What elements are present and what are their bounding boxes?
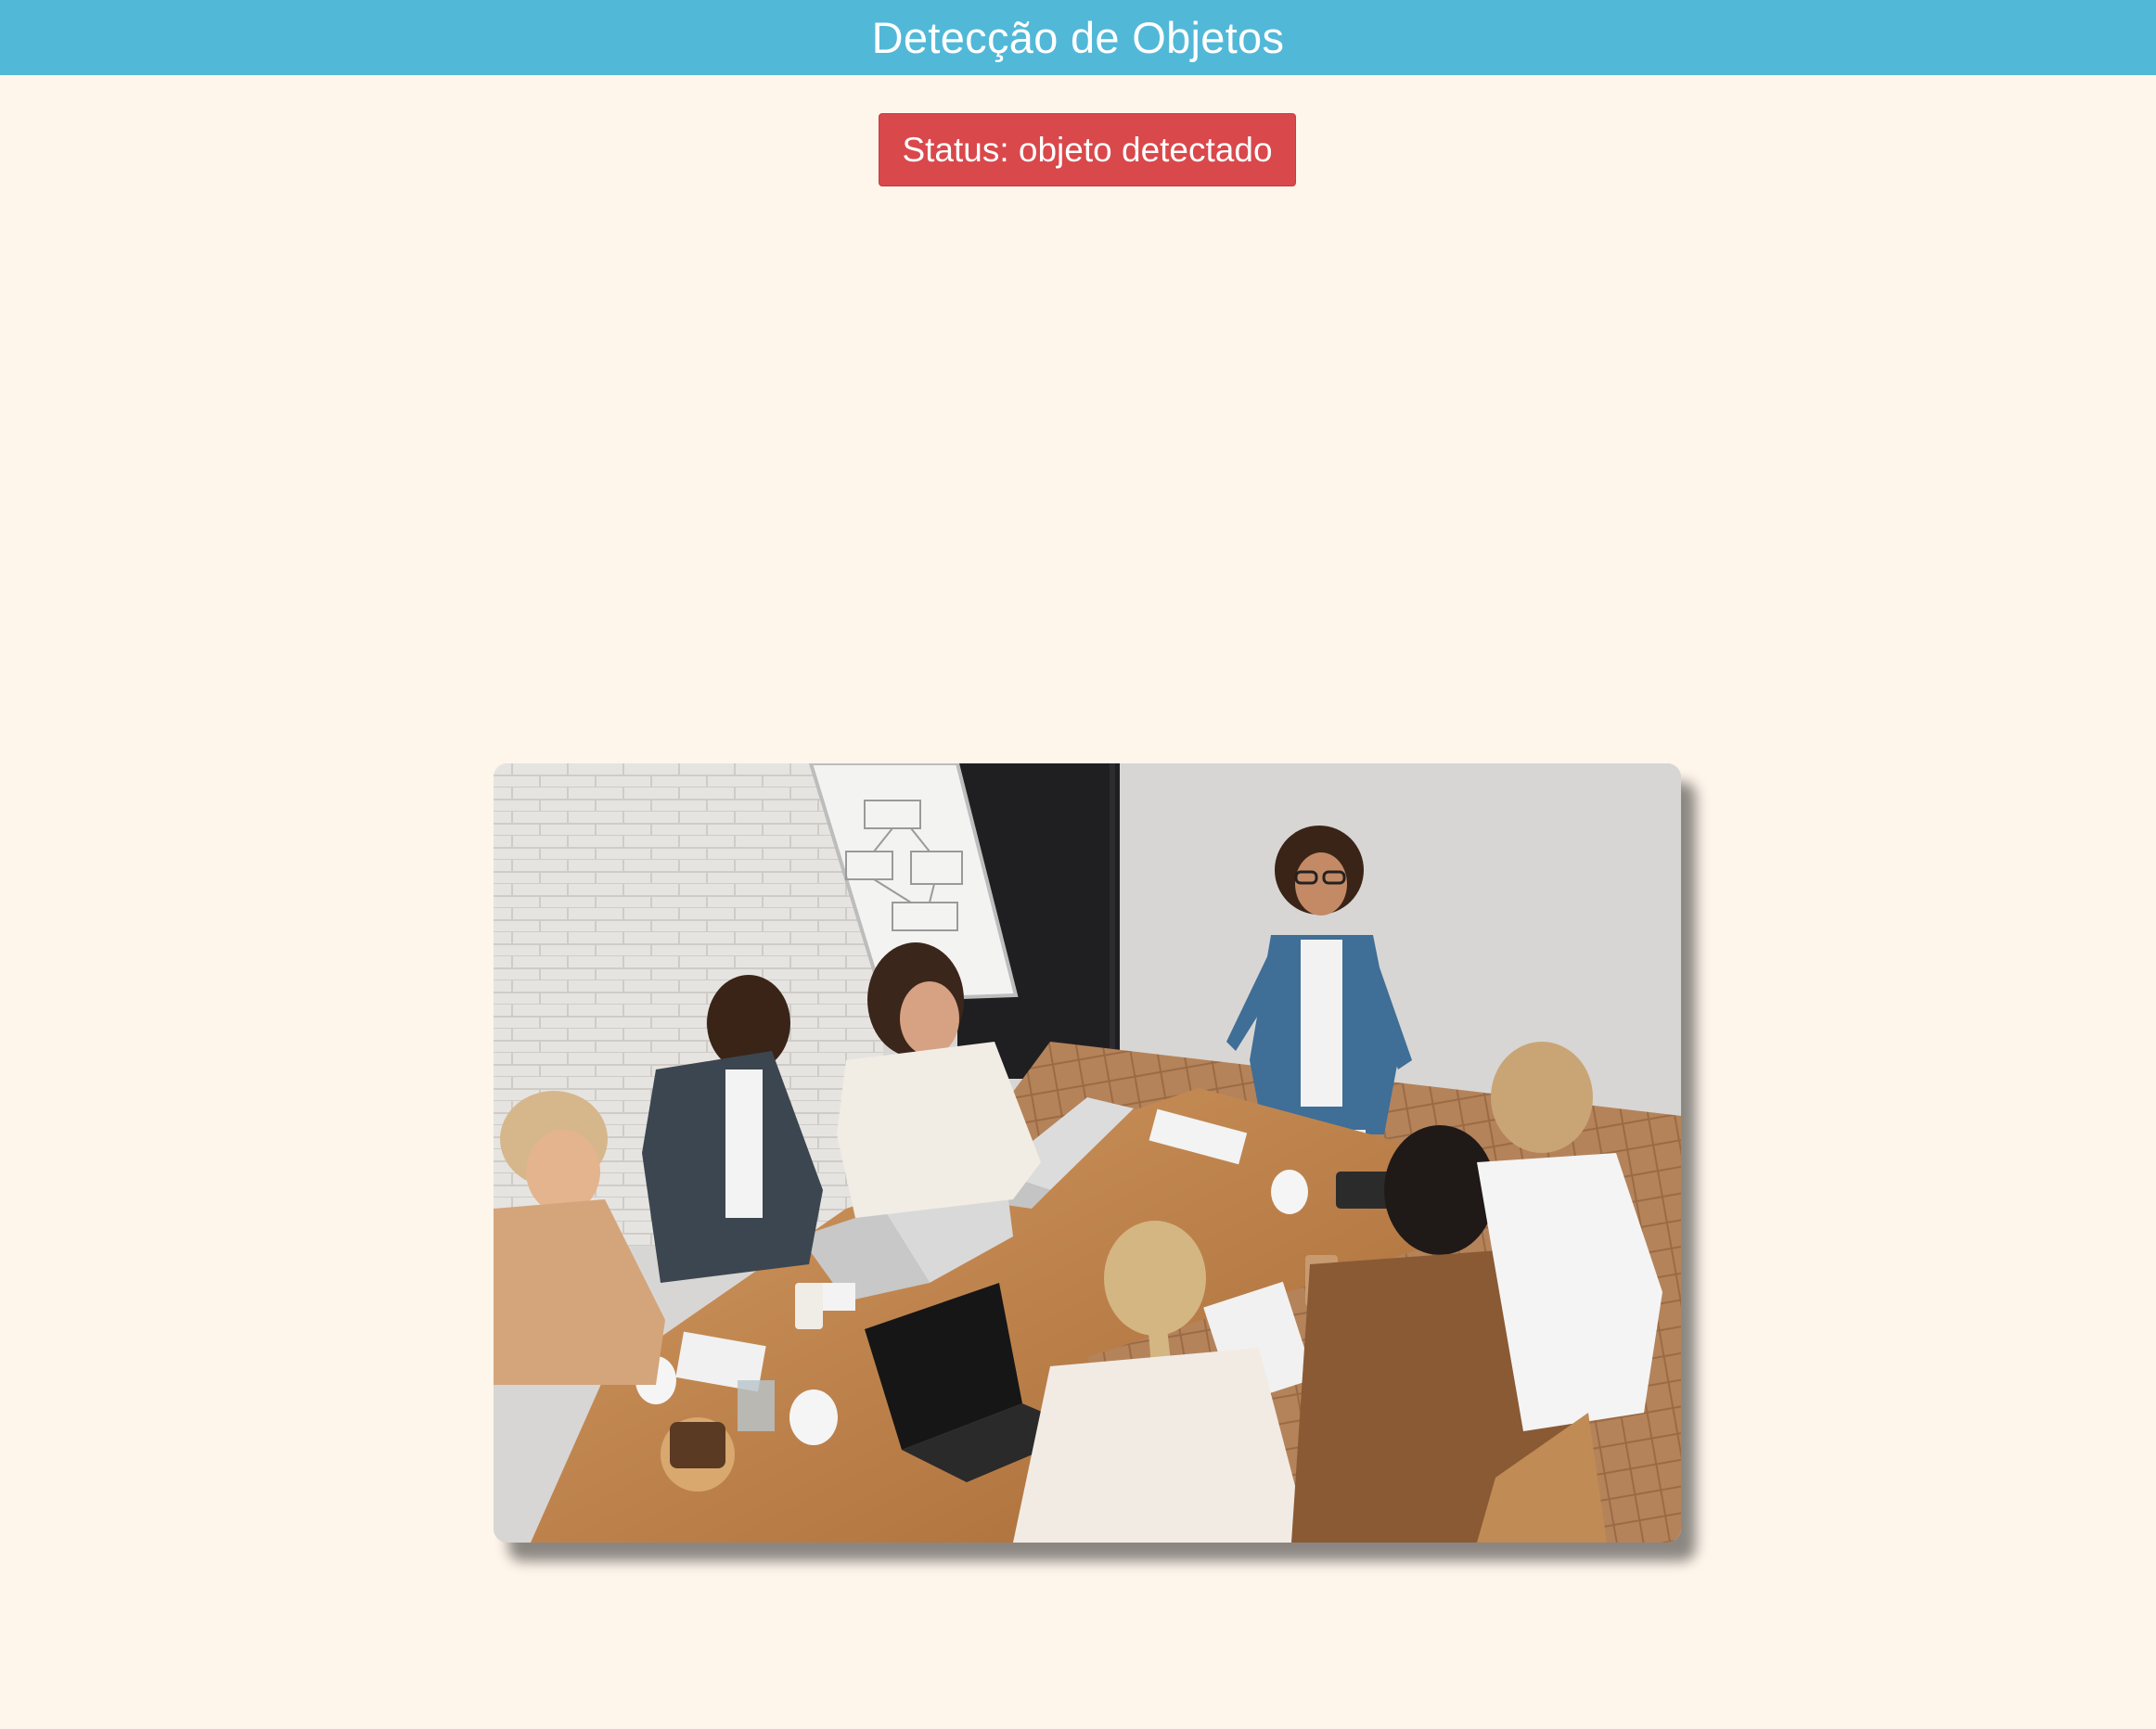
page-title: Detecção de Objetos <box>871 13 1285 62</box>
app-header: Detecção de Objetos <box>0 0 2156 75</box>
status-badge: Status: objeto detectado <box>879 113 1296 186</box>
detection-image <box>494 763 1681 1543</box>
